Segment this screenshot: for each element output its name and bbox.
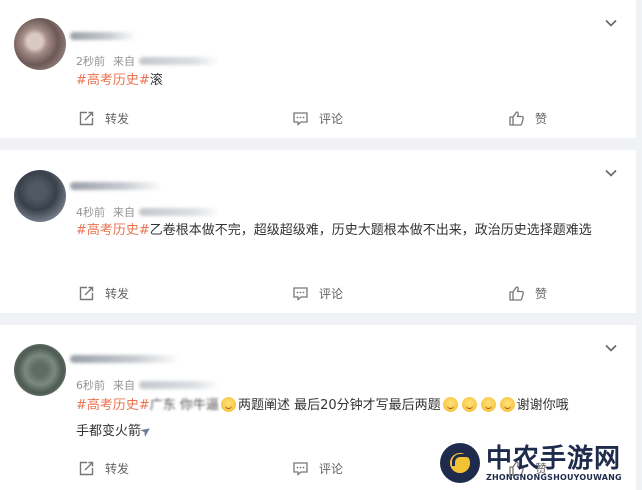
username-blurred[interactable] (70, 355, 180, 363)
comment-icon (293, 461, 308, 476)
post-body-part1: 广东 你牛逼 (149, 398, 219, 413)
comment-button[interactable]: 评论 (292, 285, 343, 302)
repost-icon (79, 286, 94, 300)
repost-label: 转发 (105, 286, 130, 301)
post-source-blurred (139, 208, 219, 216)
post-source-blurred (139, 57, 219, 65)
comment-label: 评论 (319, 461, 344, 476)
comment-icon (293, 286, 308, 301)
username-blurred[interactable] (70, 182, 162, 190)
post-actions: 转发 评论 赞 (0, 283, 636, 303)
post-time[interactable]: 2秒前 (76, 53, 105, 69)
post-time[interactable]: 6秒前 (76, 377, 105, 393)
like-label: 赞 (535, 286, 548, 301)
post-body-part3: 谢谢你哦 (516, 398, 569, 413)
post-meta: 2秒前 来自 (76, 53, 219, 69)
smile-emoji-icon (499, 397, 515, 412)
post-body: 乙卷根本做不完，超级超级难，历史大题根本做不出来，政治历史选择题难选 (149, 223, 592, 238)
repost-icon (79, 111, 94, 125)
chevron-down-icon[interactable] (604, 341, 618, 355)
chevron-down-icon[interactable] (604, 16, 618, 30)
like-icon (509, 285, 524, 301)
avatar[interactable] (14, 18, 66, 70)
post-card: 4秒前 来自 #高考历史#乙卷根本做不完，超级超级难，历史大题根本做不出来，政治… (0, 150, 636, 313)
like-label: 赞 (535, 111, 548, 126)
watermark-title: 中农手游网 (486, 443, 622, 474)
smile-emoji-icon (480, 397, 496, 412)
avatar[interactable] (14, 344, 66, 396)
comment-icon (293, 111, 308, 126)
repost-icon (79, 461, 94, 475)
watermark-logo-icon (440, 443, 480, 483)
hashtag-link[interactable]: #高考历史# (76, 398, 150, 413)
post-body-part2: 两题阐述 最后20分钟才写最后两题 (237, 398, 441, 413)
post-body: 滚 (149, 73, 163, 88)
repost-button[interactable]: 转发 (78, 285, 129, 302)
weibo-feed: 2秒前 来自 #高考历史#滚 转发 评论 赞 4秒前 来自 #高考历史#乙卷根本… (0, 0, 642, 490)
like-button[interactable]: 赞 (508, 285, 547, 302)
post-text: #高考历史#滚 (76, 68, 622, 94)
comment-button[interactable]: 评论 (292, 460, 343, 477)
post-meta: 6秒前 来自 (76, 377, 219, 393)
crying-emoji-icon (220, 397, 236, 412)
watermark-text: 中农手游网 ZHONGNONGSHOUYOUWANG (486, 445, 622, 482)
post-source-label: 来自 (113, 55, 135, 68)
like-icon (509, 110, 524, 126)
avatar[interactable] (14, 170, 66, 222)
hashtag-link[interactable]: #高考历史# (76, 73, 150, 88)
post-card: 2秒前 来自 #高考历史#滚 转发 评论 赞 (0, 0, 636, 138)
comment-label: 评论 (319, 111, 344, 126)
username-blurred[interactable] (70, 32, 136, 40)
repost-button[interactable]: 转发 (78, 460, 129, 477)
post-source-label: 来自 (113, 379, 135, 392)
post-body-part4: 手都变火箭 (76, 424, 142, 439)
like-button[interactable]: 赞 (508, 110, 547, 127)
post-text: #高考历史#乙卷根本做不完，超级超级难，历史大题根本做不出来，政治历史选择题难选 (76, 218, 622, 244)
watermark-subtitle: ZHONGNONGSHOUYOUWANG (486, 472, 622, 482)
comment-label: 评论 (319, 286, 344, 301)
repost-label: 转发 (105, 111, 130, 126)
comment-button[interactable]: 评论 (292, 110, 343, 127)
smile-emoji-icon (442, 397, 458, 412)
site-watermark: 中农手游网 ZHONGNONGSHOUYOUWANG (440, 436, 640, 490)
repost-label: 转发 (105, 461, 130, 476)
post-source-blurred (139, 381, 219, 389)
post-actions: 转发 评论 赞 (0, 108, 636, 128)
smile-emoji-icon (461, 397, 477, 412)
hashtag-link[interactable]: #高考历史# (76, 223, 150, 238)
chevron-down-icon[interactable] (604, 166, 618, 180)
repost-button[interactable]: 转发 (78, 110, 129, 127)
